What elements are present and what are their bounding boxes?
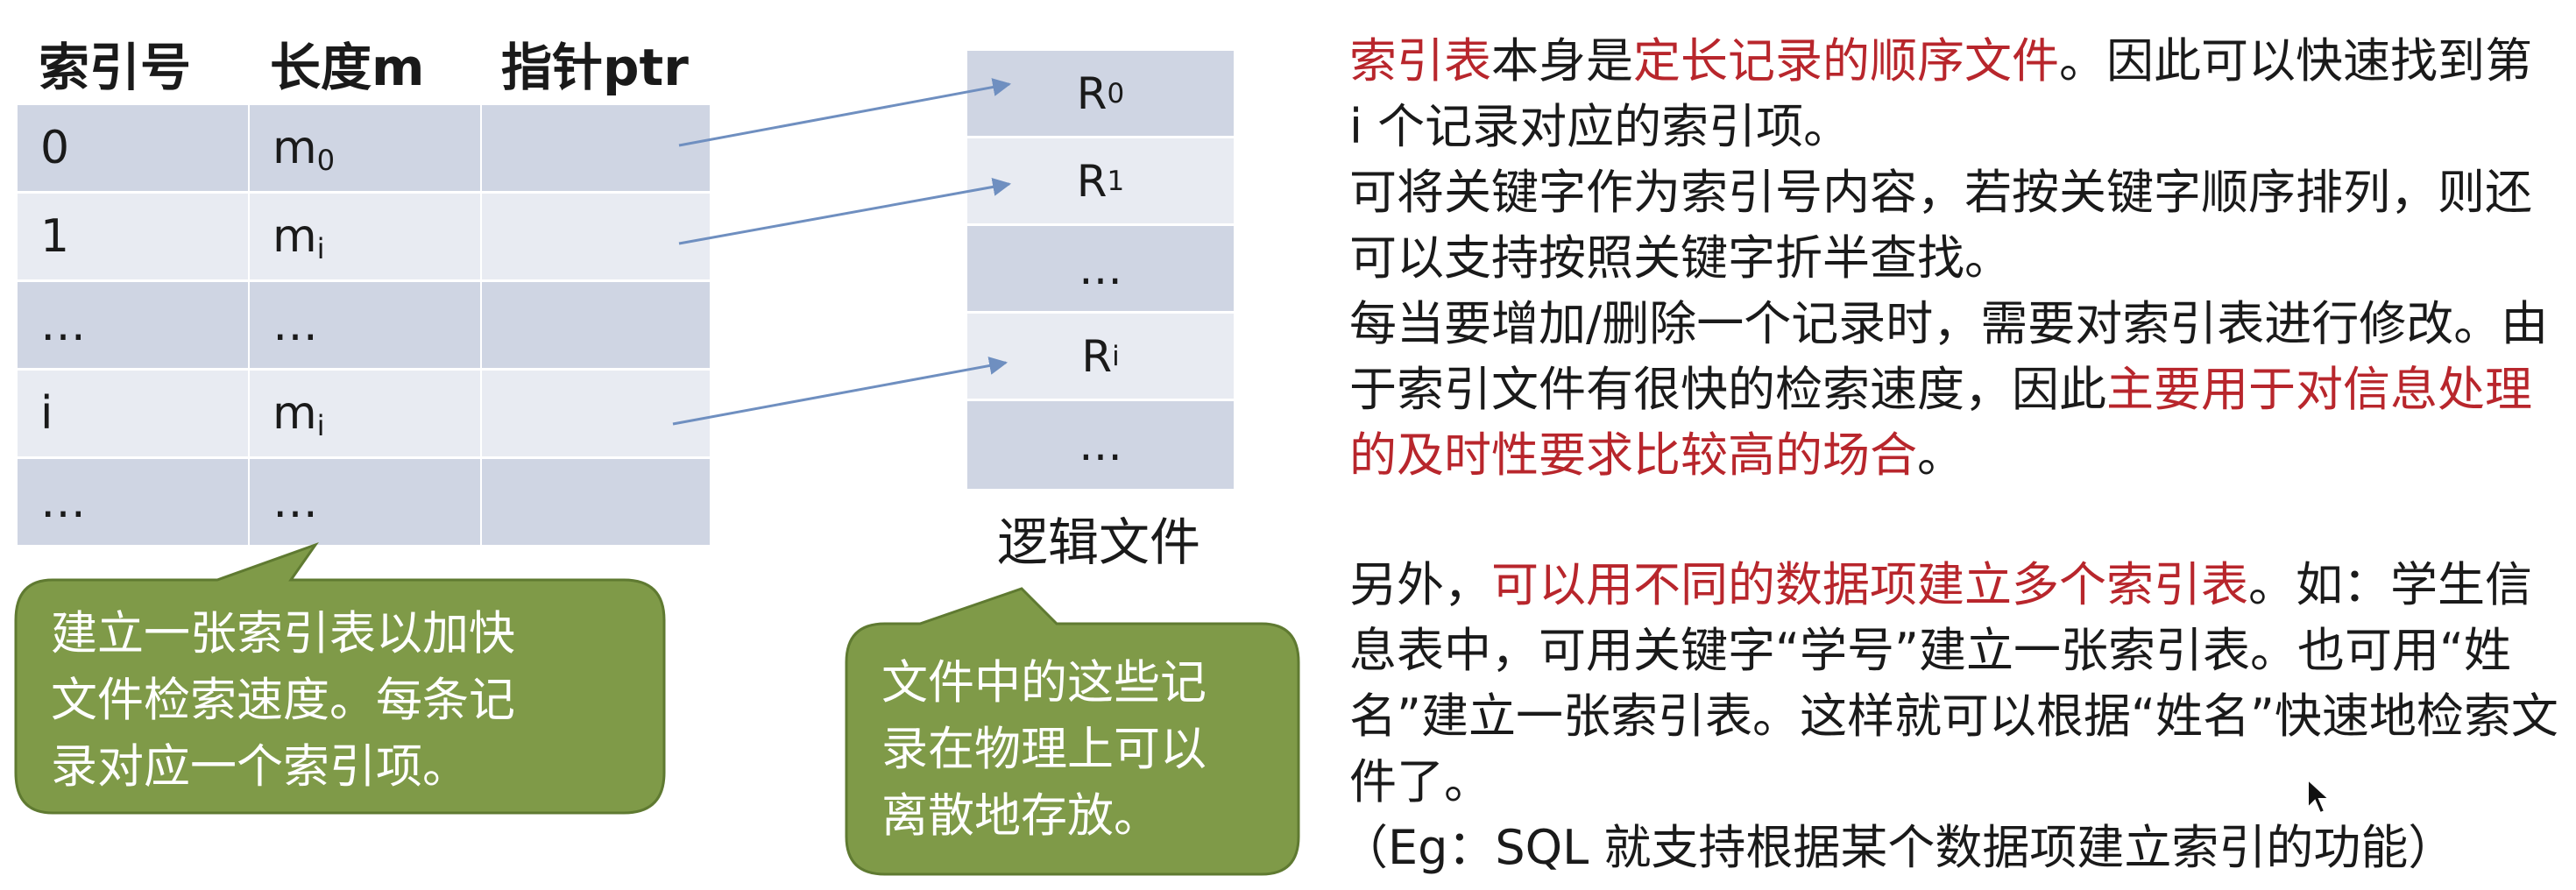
pointer-arrow — [678, 178, 1012, 245]
note-line: 离散地存放。 — [881, 789, 1160, 843]
index-note-text: 建立一张索引表以加快 文件检索速度。每条记 录对应一个索引项。 — [51, 601, 515, 801]
paragraph-sql-example: （Eg：SQL 就支持根据某个数据项建立索引的功能） — [1341, 820, 2456, 875]
note-line: 录在物理上可以 — [881, 723, 1207, 776]
paragraph-binary-search: 可将关键字作为索引号内容，若按关键字顺序排列，则还可以支持按照关键字折半查找。 — [1349, 165, 2532, 286]
note-line: 建立一张索引表以加快 — [51, 607, 515, 660]
paragraph-fixed-length: 索引表本身是定长记录的顺序文件。因此可以快速找到第 i 个记录对应的索引项。 — [1349, 33, 2532, 154]
note-line: 文件检索速度。每条记 — [51, 674, 515, 727]
pointer-arrow — [678, 78, 1012, 147]
pointer-arrow — [672, 357, 1008, 426]
file-note-text: 文件中的这些记 录在物理上可以 离散地存放。 — [881, 650, 1207, 850]
note-line: 录对应一个索引项。 — [51, 740, 469, 794]
paragraph-multiple-indexes: 另外，可以用不同的数据项建立多个索引表。如：学生信息表中，可用关键字“学号”建立… — [1349, 557, 2558, 809]
note-line: 文件中的这些记 — [881, 656, 1207, 710]
mouse-cursor-icon — [2307, 778, 2332, 815]
paragraph-modification: 每当要增加/删除一个记录时，需要对索引表进行修改。由于索引文件有很快的检索速度，… — [1349, 296, 2549, 483]
